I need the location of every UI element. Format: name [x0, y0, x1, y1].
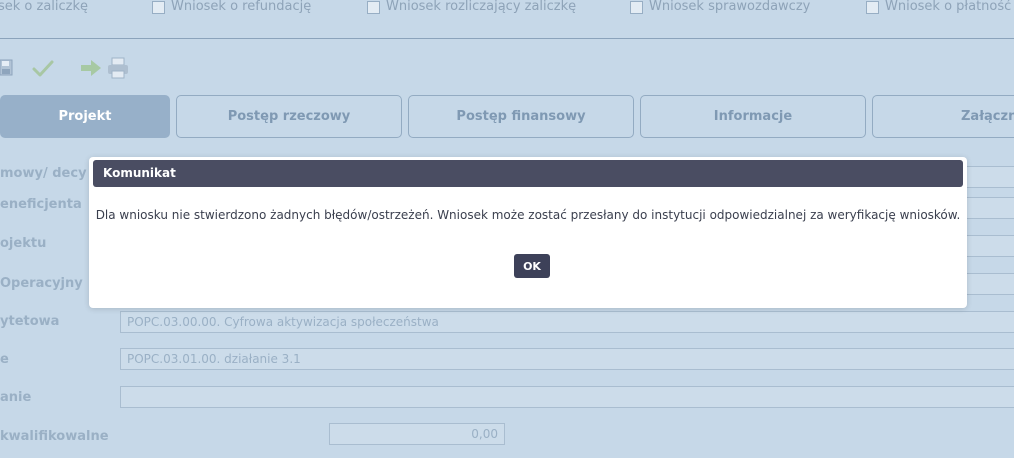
ok-button[interactable]: OK	[514, 254, 550, 278]
modal-overlay: Komunikat Dla wniosku nie stwierdzono ża…	[0, 0, 1014, 458]
dialog-message: Dla wniosku nie stwierdzono żadnych błęd…	[95, 208, 961, 222]
message-dialog: Komunikat Dla wniosku nie stwierdzono ża…	[89, 157, 967, 308]
dialog-title: Komunikat	[93, 160, 963, 187]
